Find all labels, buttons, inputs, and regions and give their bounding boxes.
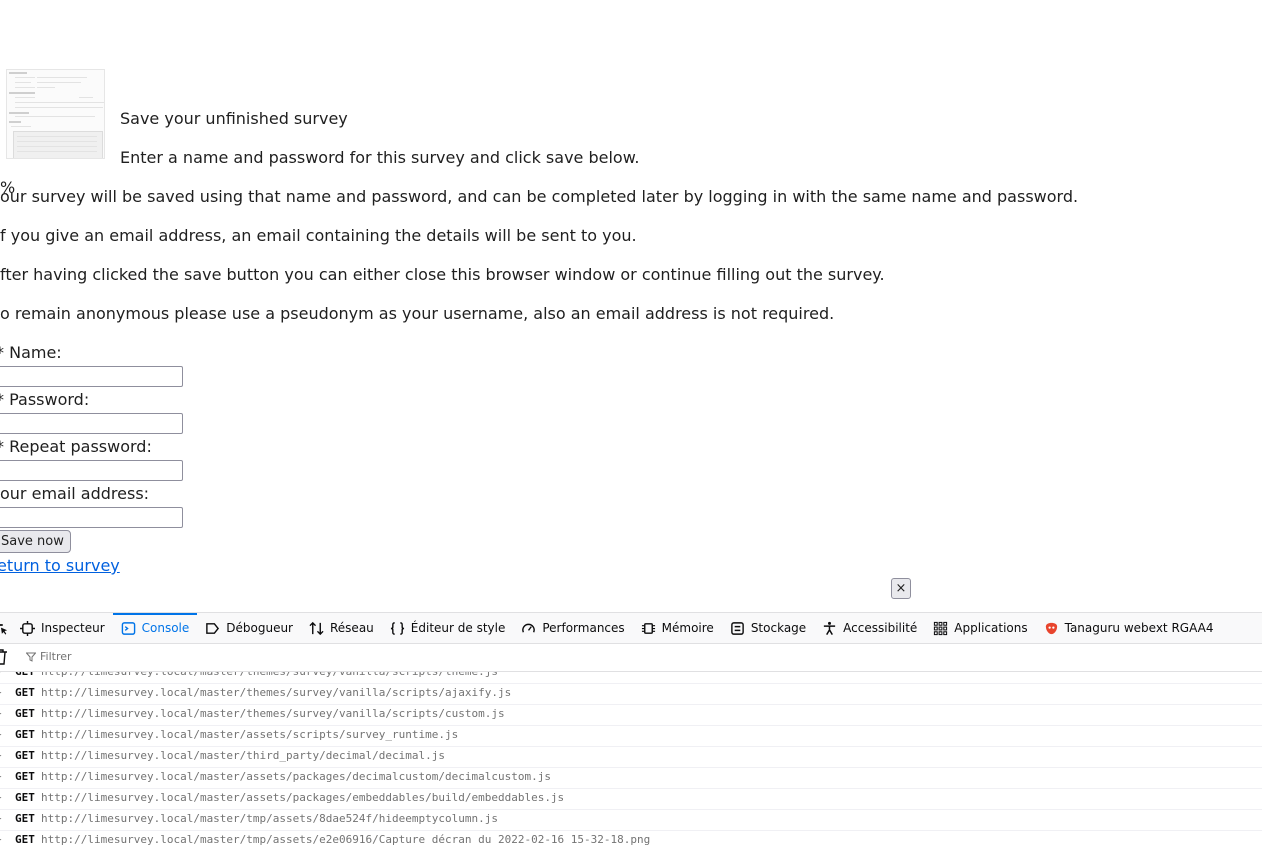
tab-inspecteur[interactable]: Inspecteur [12,613,113,643]
tab-label: Tanaguru webext RGAA4 [1064,621,1214,635]
memory-icon [641,622,655,634]
return-to-survey-link[interactable]: eturn to survey [0,556,120,576]
expand-arrow-icon[interactable]: ▸ [0,672,2,682]
expand-arrow-icon[interactable]: ▸ [0,725,2,745]
tab-label: Performances [542,621,625,635]
save-now-button[interactable]: Save now [0,530,71,553]
tab-label: Mémoire [661,621,714,635]
devtools-tab-bar: Inspecteur Console Débogueur Réseau Édit… [0,613,1262,644]
trash-icon[interactable] [0,649,8,665]
devtools-panel: Inspecteur Console Débogueur Réseau Édit… [0,612,1262,848]
repeat-password-field-label: * Repeat password: [0,437,152,457]
password-field-label: * Password: [0,390,89,410]
close-button[interactable]: × [891,578,911,599]
filter-input[interactable]: Filtrer [26,650,72,663]
accessibility-icon [824,621,836,635]
expand-arrow-icon[interactable]: ▸ [0,809,2,829]
tab-label: Inspecteur [41,621,105,635]
anonymous-info-paragraph: o remain anonymous please use a pseudony… [0,304,835,323]
list-item[interactable]: ▸GEThttp://limesurvey.local/master/asset… [0,725,1262,747]
required-asterisk: * [0,390,4,409]
tab-label: Stockage [750,621,807,635]
email-field-label: our email address: [0,484,150,503]
inspector-icon [20,620,35,636]
list-item[interactable]: ▸GEThttp://limesurvey.local/master/third… [0,746,1262,768]
expand-arrow-icon[interactable]: ▸ [0,767,2,787]
tab-label: Accessibilité [843,621,918,635]
password-input[interactable] [0,413,183,434]
tab-debogueur[interactable]: Débogueur [197,613,301,643]
storage-icon [730,621,744,635]
list-item[interactable]: ▸GEThttp://limesurvey.local/master/asset… [0,767,1262,789]
tab-label: Réseau [330,621,374,635]
required-asterisk: * [0,343,4,362]
expand-arrow-icon[interactable]: ▸ [0,683,2,703]
applications-icon [934,621,948,635]
tab-accessibilite[interactable]: Accessibilité [814,613,925,643]
save-info-paragraph: our survey will be saved using that name… [0,187,1079,206]
list-item[interactable]: ▸GEThttp://limesurvey.local/master/theme… [0,704,1262,726]
style-editor-icon [390,621,404,635]
expand-arrow-icon[interactable]: ▸ [0,830,2,848]
tab-stockage[interactable]: Stockage [722,613,814,643]
list-item[interactable]: ▸GEThttp://limesurvey.local/master/tmp/a… [0,830,1262,848]
tab-label: Débogueur [226,621,293,635]
console-toolbar: Filtrer [0,644,1262,672]
email-input[interactable] [0,507,183,528]
tab-console[interactable]: Console [112,613,198,643]
screenshot-thumbnail-image [6,69,105,159]
email-info-paragraph: f you give an email address, an email co… [0,226,637,245]
funnel-icon [26,652,36,662]
tab-editeur-de-style[interactable]: Éditeur de style [382,613,514,643]
console-icon [121,621,135,635]
expand-arrow-icon[interactable]: ▸ [0,746,2,766]
save-intro: Enter a name and password for this surve… [120,148,640,167]
debugger-icon [206,622,220,634]
close-info-paragraph: fter having clicked the save button you … [0,265,885,284]
tab-performances[interactable]: Performances [513,613,632,643]
tab-tanaguru[interactable]: Tanaguru webext RGAA4 [1036,613,1222,643]
tab-applications[interactable]: Applications [925,613,1035,643]
performance-icon [522,623,536,633]
list-item[interactable]: ▸GEThttp://limesurvey.local/master/theme… [0,683,1262,705]
repeat-password-input[interactable] [0,460,183,481]
expand-arrow-icon[interactable]: ▸ [0,704,2,724]
name-field-label: * Name: [0,343,62,363]
tab-label: Éditeur de style [410,621,506,635]
tab-reseau[interactable]: Réseau [301,613,382,643]
list-item[interactable]: ▸GEThttp://limesurvey.local/master/tmp/a… [0,809,1262,831]
element-picker-icon[interactable] [0,613,12,643]
tab-memoire[interactable]: Mémoire [633,613,722,643]
save-title: Save your unfinished survey [120,109,348,128]
name-input[interactable] [0,366,183,387]
required-asterisk: * [0,437,4,456]
tab-label: Console [141,621,190,635]
console-log-list: ▸GEThttp://limesurvey.local/master/theme… [0,672,1262,848]
survey-save-page: Save your unfinished survey Enter a name… [0,0,1262,612]
network-icon [309,621,324,635]
filter-placeholder: Filtrer [40,650,72,663]
tanaguru-icon [1045,622,1057,634]
list-item[interactable]: ▸GEThttp://limesurvey.local/master/asset… [0,788,1262,810]
expand-arrow-icon[interactable]: ▸ [0,788,2,808]
tab-label: Applications [954,621,1028,635]
